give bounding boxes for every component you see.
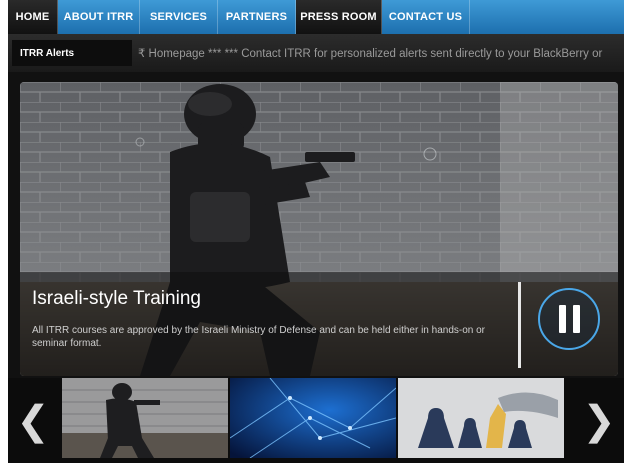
nav-contact-us[interactable]: CONTACT US xyxy=(382,0,470,34)
main-nav: HOME ABOUT ITRR SERVICES PARTNERS PRESS … xyxy=(8,0,624,34)
pause-icon xyxy=(572,305,580,333)
nav-press-room[interactable]: PRESS ROOM xyxy=(296,0,382,34)
nav-home[interactable]: HOME xyxy=(8,0,58,34)
thumbnail-chess[interactable] xyxy=(398,378,564,458)
nav-services[interactable]: SERVICES xyxy=(140,0,218,34)
training-thumbnail-image xyxy=(62,378,228,458)
chevron-right-icon: ❯ xyxy=(582,398,616,443)
caption-divider xyxy=(518,282,521,368)
thumbnail-training[interactable] xyxy=(62,378,228,458)
alerts-ticker: ITRR Alerts ₹ Homepage *** *** Contact I… xyxy=(8,34,624,72)
chess-thumbnail-image xyxy=(398,378,564,458)
page: HOME ABOUT ITRR SERVICES PARTNERS PRESS … xyxy=(8,0,624,463)
hero-slide[interactable]: Israeli-style Training All ITRR courses … xyxy=(20,82,618,376)
slide-title: Israeli-style Training xyxy=(32,288,201,309)
pause-icon xyxy=(558,305,566,333)
pause-button[interactable] xyxy=(538,288,600,350)
nav-partners[interactable]: PARTNERS xyxy=(218,0,296,34)
carousel-next-button[interactable]: ❯ xyxy=(574,378,624,463)
ticker-label: ITRR Alerts xyxy=(12,40,132,66)
thumbnail-carousel: ❮ ❯ xyxy=(8,378,624,463)
ticker-text[interactable]: ₹ Homepage *** *** Contact ITRR for pers… xyxy=(138,40,624,66)
network-thumbnail-image xyxy=(230,378,396,458)
nav-about-itrr[interactable]: ABOUT ITRR xyxy=(58,0,140,34)
chevron-left-icon: ❮ xyxy=(16,398,50,443)
slide-description: All ITRR courses are approved by the Isr… xyxy=(32,325,486,349)
thumbnail-network[interactable] xyxy=(230,378,396,458)
carousel-prev-button[interactable]: ❮ xyxy=(8,378,58,463)
slide-caption: Israeli-style Training All ITRR courses … xyxy=(20,272,618,376)
